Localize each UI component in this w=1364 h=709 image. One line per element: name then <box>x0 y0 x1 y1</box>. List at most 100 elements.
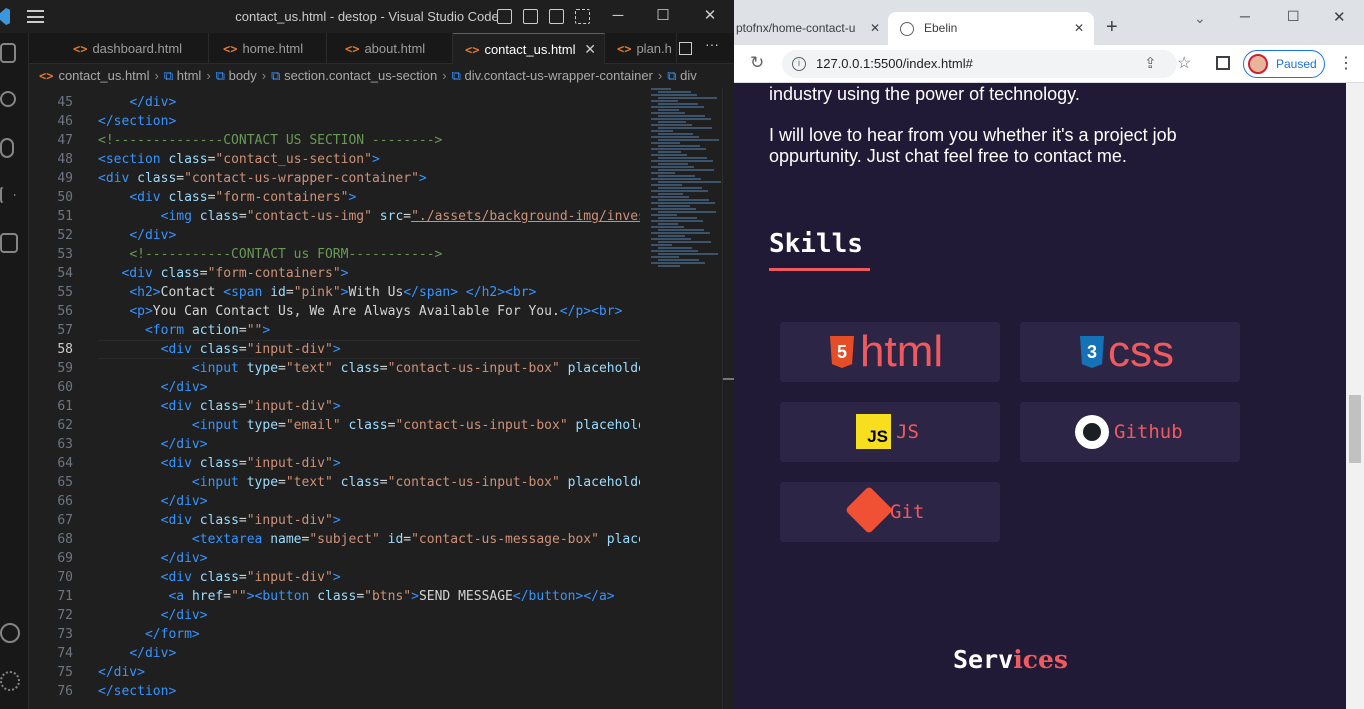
breadcrumb-item[interactable]: html <box>177 68 202 83</box>
code-line: </div> <box>98 665 145 680</box>
code-line: <h2>Contact <span id="pink">With Us</spa… <box>129 285 537 300</box>
line-number: 46 <box>57 114 73 129</box>
code-line: <div class="input-div"> <box>160 399 341 414</box>
line-number: 69 <box>57 551 73 566</box>
breadcrumb-item[interactable]: div.contact-us-wrapper-container <box>465 68 653 83</box>
minimap-line <box>658 229 704 231</box>
extensions-icon[interactable] <box>0 233 18 253</box>
account-icon[interactable] <box>0 623 20 643</box>
code-line: <!-----------CONTACT us FORM-----------> <box>129 247 443 262</box>
code-line: <!--------------CONTACT US SECTION -----… <box>98 133 443 148</box>
gear-icon[interactable] <box>0 671 20 691</box>
skill-card-github: Github <box>1020 402 1240 462</box>
line-number: 74 <box>57 646 73 661</box>
code-line: </div> <box>160 437 208 452</box>
minimap-line <box>651 184 682 186</box>
activity-bar <box>0 33 29 709</box>
about-paragraph: I will love to hear from you whether it'… <box>769 125 1177 166</box>
minimap-line <box>651 130 673 132</box>
line-number: 59 <box>57 361 73 376</box>
side-panel-icon[interactable] <box>1216 56 1230 70</box>
minimap-line <box>651 112 685 114</box>
minimap-line <box>651 232 710 234</box>
code-line: </div> <box>160 608 208 623</box>
minimap-line <box>658 265 680 267</box>
close-tab-icon[interactable]: ✕ <box>584 34 596 64</box>
reload-icon[interactable]: ↻ <box>750 53 764 73</box>
minimap[interactable] <box>647 88 722 268</box>
minimap-line <box>651 190 708 192</box>
tab-search-icon[interactable]: ⌄ <box>1194 10 1206 27</box>
skill-label: html <box>860 327 944 376</box>
minimap-line <box>651 106 704 108</box>
customize-layout-icon[interactable] <box>575 9 590 24</box>
close-tab-icon[interactable]: ✕ <box>1074 12 1084 45</box>
browser-tab-github[interactable]: ptofnx/home-contact-u ✕ <box>734 12 884 45</box>
browser-tab-ebelin[interactable]: Ebelin ✕ <box>888 12 1094 45</box>
split-editor-icon[interactable] <box>679 42 692 55</box>
line-number: 62 <box>57 418 73 433</box>
profile-button[interactable]: Paused <box>1243 50 1325 78</box>
profile-status: Paused <box>1276 57 1317 71</box>
toggle-sidebar-icon[interactable] <box>497 9 512 24</box>
new-tab-button[interactable]: + <box>1106 16 1118 39</box>
minimap-line <box>651 118 711 120</box>
html-file-icon: <> <box>345 42 360 56</box>
minimap-line <box>658 109 679 111</box>
tab-about[interactable]: <> about.html <box>327 33 453 64</box>
toggle-panel-icon[interactable] <box>523 9 538 24</box>
more-actions-icon[interactable]: ··· <box>705 36 719 52</box>
breadcrumb-item[interactable]: section.contact_us-section <box>284 68 437 83</box>
run-debug-icon[interactable] <box>0 186 16 204</box>
close-tab-icon[interactable]: ✕ <box>870 12 880 45</box>
tab-dashboard[interactable]: <> dashboard.html <box>29 33 209 64</box>
maximize-button[interactable]: ☐ <box>1287 8 1300 25</box>
minimize-button[interactable]: ─ <box>608 6 628 26</box>
skill-label: css <box>1108 327 1174 376</box>
close-button[interactable]: ✕ <box>1333 8 1346 26</box>
url-text: 127.0.0.1:5500/index.html# <box>816 56 973 71</box>
breadcrumb-item[interactable]: div <box>680 68 697 83</box>
line-number-gutter: 45 46 47 48 49 50 51 52 53 54 55 56 57 58 59 60 61 62 63 64… <box>29 88 79 709</box>
search-icon[interactable] <box>0 91 16 107</box>
explorer-icon[interactable] <box>0 43 16 63</box>
browser-menu-icon[interactable]: ⋮ <box>1338 53 1354 73</box>
close-button[interactable]: ✕ <box>700 6 720 26</box>
code-area[interactable]: </div> </section> <!--------------CONTAC… <box>98 88 640 709</box>
tab-contact-us[interactable]: <> contact_us.html ✕ <box>453 33 605 64</box>
editor-scrollbar[interactable] <box>722 88 734 709</box>
minimap-line <box>651 262 705 264</box>
minimap-line <box>658 253 718 255</box>
code-line: </div> <box>129 228 177 243</box>
page-scrollbar[interactable] <box>1346 83 1364 709</box>
source-control-icon[interactable] <box>0 138 14 158</box>
tab-home[interactable]: <> home.html <box>209 33 327 64</box>
toggle-secondary-sidebar-icon[interactable] <box>549 9 564 24</box>
maximize-button[interactable]: ☐ <box>653 6 673 26</box>
minimap-line <box>651 94 697 96</box>
code-line: <div class="form-containers"> <box>121 266 349 281</box>
minimap-line <box>658 127 712 129</box>
address-bar[interactable]: i 127.0.0.1:5500/index.html# ⇪ ☆ <box>782 50 1191 78</box>
minimap-line <box>651 244 672 246</box>
minimize-button[interactable]: ─ <box>1240 8 1250 24</box>
code-editor[interactable]: 45 46 47 48 49 50 51 52 53 54 55 56 57 58 59 60 61 62 63 64… <box>29 88 734 709</box>
breadcrumb-item[interactable]: body <box>229 68 257 83</box>
tab-label: home.html <box>242 41 304 56</box>
minimap-line <box>658 151 681 153</box>
about-text-line: industry using the power of technology. <box>769 84 1080 104</box>
tab-title: ptofnx/home-contact-u <box>736 21 856 35</box>
info-icon[interactable]: i <box>792 57 806 71</box>
minimap-line <box>658 157 707 159</box>
tab-plan[interactable]: <> plan.h <box>605 33 677 64</box>
line-number: 68 <box>57 532 73 547</box>
breadcrumb-item[interactable]: contact_us.html <box>58 68 149 83</box>
bookmark-star-icon[interactable]: ☆ <box>1177 50 1191 78</box>
share-icon[interactable]: ⇪ <box>1144 50 1157 78</box>
scrollbar-thumb[interactable] <box>1349 395 1361 463</box>
line-number: 58 <box>57 342 73 357</box>
tab-label: dashboard.html <box>92 41 183 56</box>
browser-window: ptofnx/home-contact-u ✕ Ebelin ✕ + ⌄ ─ ☐ ✕… <box>734 0 1364 709</box>
browser-toolbar: ↻ i 127.0.0.1:5500/index.html# ⇪ ☆ Pause… <box>734 45 1364 83</box>
minimap-line <box>658 181 721 183</box>
